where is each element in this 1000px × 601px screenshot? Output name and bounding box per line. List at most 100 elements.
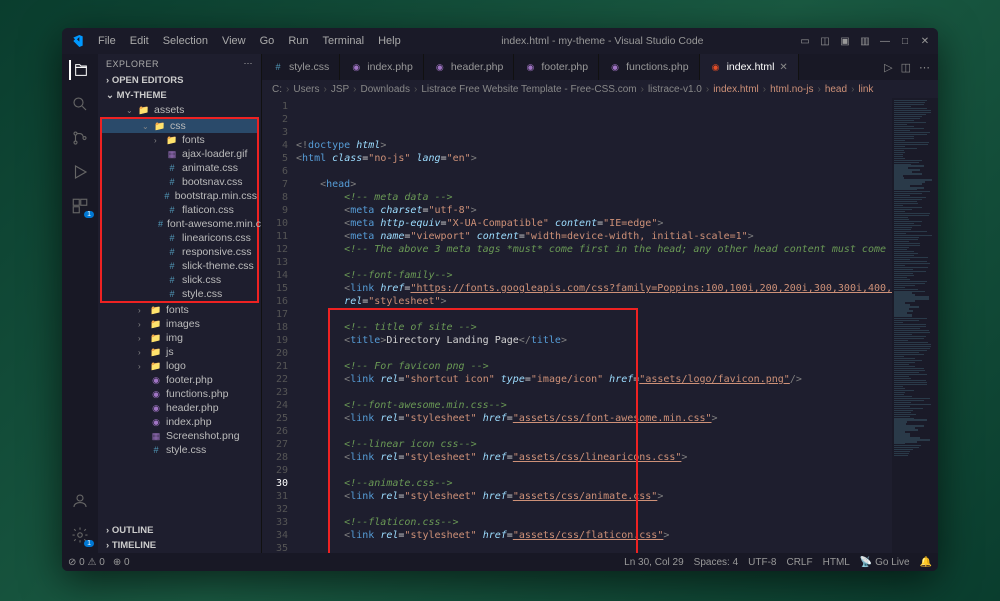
file-functions.php[interactable]: ◉functions.php bbox=[98, 387, 261, 401]
file-slick-theme.css[interactable]: #slick-theme.css bbox=[102, 259, 257, 273]
search-icon[interactable] bbox=[70, 94, 90, 114]
accounts-icon[interactable] bbox=[70, 491, 90, 511]
close-tab-icon[interactable]: ✕ bbox=[779, 62, 787, 73]
layout-icon[interactable]: ▭ bbox=[798, 34, 812, 48]
breadcrumb-segment[interactable]: html.no-js bbox=[770, 84, 813, 95]
port-status[interactable]: ⊕ 0 bbox=[113, 557, 130, 568]
menu-terminal[interactable]: Terminal bbox=[317, 32, 371, 50]
file-footer.php[interactable]: ◉footer.php bbox=[98, 373, 261, 387]
menu-edit[interactable]: Edit bbox=[124, 32, 155, 50]
layout-icon[interactable]: ▣ bbox=[838, 34, 852, 48]
breadcrumb-segment[interactable]: link bbox=[858, 84, 873, 95]
file-linearicons.css[interactable]: #linearicons.css bbox=[102, 231, 257, 245]
code-line-30[interactable]: <!--flaticon.css--> bbox=[296, 516, 892, 529]
code-line-3[interactable] bbox=[296, 165, 892, 178]
run-debug-icon[interactable] bbox=[70, 162, 90, 182]
code-line-1[interactable]: <!doctype html> bbox=[296, 139, 892, 152]
file-index.php[interactable]: ◉index.php bbox=[98, 415, 261, 429]
code-line-26[interactable] bbox=[296, 464, 892, 477]
code-line-11[interactable]: <!--font-family--> bbox=[296, 269, 892, 282]
code-line-21[interactable]: <!--font-awesome.min.css--> bbox=[296, 399, 892, 412]
file-img[interactable]: ›📁img bbox=[98, 331, 261, 345]
code-line-15[interactable]: <!-- title of site --> bbox=[296, 321, 892, 334]
file-fonts[interactable]: ›📁fonts bbox=[98, 303, 261, 317]
breadcrumb[interactable]: C:›Users›JSP›Downloads›Listrace Free Web… bbox=[262, 80, 938, 98]
code-line-7[interactable]: <meta http-equiv="X-UA-Compatible" conte… bbox=[296, 217, 892, 230]
file-fonts[interactable]: ›📁fonts bbox=[102, 133, 257, 147]
code-line-27[interactable]: <!--animate.css--> bbox=[296, 477, 892, 490]
file-font-awesome.min.css[interactable]: #font-awesome.min.css bbox=[102, 217, 257, 231]
file-header.php[interactable]: ◉header.php bbox=[98, 401, 261, 415]
file-ajax-loader.gif[interactable]: ▦ajax-loader.gif bbox=[102, 147, 257, 161]
code-line-31[interactable]: <link rel="stylesheet" href="assets/css/… bbox=[296, 529, 892, 542]
file-bootstrap.min.css[interactable]: #bootstrap.min.css bbox=[102, 189, 257, 203]
breadcrumb-segment[interactable]: index.html bbox=[713, 84, 759, 95]
code-line-5[interactable]: <!-- meta data --> bbox=[296, 191, 892, 204]
code-line-17[interactable] bbox=[296, 347, 892, 360]
file-responsive.css[interactable]: #responsive.css bbox=[102, 245, 257, 259]
language-status[interactable]: HTML bbox=[823, 557, 850, 568]
file-style.css[interactable]: #style.css bbox=[98, 443, 261, 457]
source-control-icon[interactable] bbox=[70, 128, 90, 148]
extensions-icon[interactable]: 1 bbox=[70, 196, 90, 216]
file-animate.css[interactable]: #animate.css bbox=[102, 161, 257, 175]
close-icon[interactable]: ✕ bbox=[918, 34, 932, 48]
eol-status[interactable]: CRLF bbox=[786, 557, 812, 568]
code-line-25[interactable]: <link rel="stylesheet" href="assets/css/… bbox=[296, 451, 892, 464]
code-line-6[interactable]: <meta charset="utf-8"> bbox=[296, 204, 892, 217]
tab-footer.php[interactable]: ◉footer.php bbox=[514, 54, 599, 80]
minimize-icon[interactable]: — bbox=[878, 34, 892, 48]
breadcrumb-segment[interactable]: Listrace Free Website Template - Free-CS… bbox=[421, 84, 636, 95]
menu-view[interactable]: View bbox=[216, 32, 252, 50]
cursor-position[interactable]: Ln 30, Col 29 bbox=[624, 557, 684, 568]
file-slick.css[interactable]: #slick.css bbox=[102, 273, 257, 287]
outline-section[interactable]: › OUTLINE bbox=[98, 523, 261, 538]
file-bootsnav.css[interactable]: #bootsnav.css bbox=[102, 175, 257, 189]
more-icon[interactable]: ⋯ bbox=[244, 58, 254, 69]
code-line-24[interactable]: <!--linear icon css--> bbox=[296, 438, 892, 451]
menu-selection[interactable]: Selection bbox=[157, 32, 214, 50]
tab-functions.php[interactable]: ◉functions.php bbox=[599, 54, 699, 80]
menu-file[interactable]: File bbox=[92, 32, 122, 50]
code-line-32[interactable] bbox=[296, 542, 892, 553]
folder-css[interactable]: ⌄📁css bbox=[102, 119, 257, 133]
code-line-23[interactable] bbox=[296, 425, 892, 438]
code-line-16[interactable]: <title>Directory Landing Page</title> bbox=[296, 334, 892, 347]
code-line-10[interactable] bbox=[296, 256, 892, 269]
breadcrumb-segment[interactable]: head bbox=[825, 84, 847, 95]
breadcrumb-segment[interactable]: Downloads bbox=[361, 84, 410, 95]
file-js[interactable]: ›📁js bbox=[98, 345, 261, 359]
menu-run[interactable]: Run bbox=[282, 32, 314, 50]
code-line-20[interactable] bbox=[296, 386, 892, 399]
code-line-14[interactable] bbox=[296, 308, 892, 321]
settings-gear-icon[interactable]: 1 bbox=[70, 525, 90, 545]
file-style.css[interactable]: #style.css bbox=[102, 287, 257, 301]
layout-icon[interactable]: ▥ bbox=[858, 34, 872, 48]
menu-help[interactable]: Help bbox=[372, 32, 407, 50]
minimap[interactable] bbox=[892, 98, 938, 553]
open-editors-section[interactable]: › OPEN EDITORS bbox=[98, 73, 261, 88]
tab-index.html[interactable]: ◉index.html✕ bbox=[700, 54, 799, 80]
file-flaticon.css[interactable]: #flaticon.css bbox=[102, 203, 257, 217]
code-line-9[interactable]: <!-- The above 3 meta tags *must* come f… bbox=[296, 243, 892, 256]
code-editor[interactable]: <!doctype html><html class="no-js" lang=… bbox=[296, 98, 892, 553]
explorer-icon[interactable] bbox=[69, 60, 89, 80]
menu-go[interactable]: Go bbox=[254, 32, 281, 50]
indent-status[interactable]: Spaces: 4 bbox=[694, 557, 738, 568]
folder-assets[interactable]: ⌄📁assets bbox=[98, 103, 261, 117]
file-Screenshot.png[interactable]: ▦Screenshot.png bbox=[98, 429, 261, 443]
golive-button[interactable]: 📡 Go Live bbox=[860, 557, 910, 568]
layout-icon[interactable]: ◫ bbox=[818, 34, 832, 48]
code-line-22[interactable]: <link rel="stylesheet" href="assets/css/… bbox=[296, 412, 892, 425]
code-line-28[interactable]: <link rel="stylesheet" href="assets/css/… bbox=[296, 490, 892, 503]
split-editor-icon[interactable]: ◫ bbox=[901, 61, 911, 74]
code-line-2[interactable]: <html class="no-js" lang="en"> bbox=[296, 152, 892, 165]
code-line-29[interactable] bbox=[296, 503, 892, 516]
tab-index.php[interactable]: ◉index.php bbox=[340, 54, 424, 80]
timeline-section[interactable]: › TIMELINE bbox=[98, 538, 261, 553]
file-logo[interactable]: ›📁logo bbox=[98, 359, 261, 373]
breadcrumb-segment[interactable]: listrace-v1.0 bbox=[648, 84, 702, 95]
tab-style.css[interactable]: #style.css bbox=[262, 54, 340, 80]
code-line-4[interactable]: <head> bbox=[296, 178, 892, 191]
errors-status[interactable]: ⊘ 0 ⚠ 0 bbox=[68, 557, 105, 568]
